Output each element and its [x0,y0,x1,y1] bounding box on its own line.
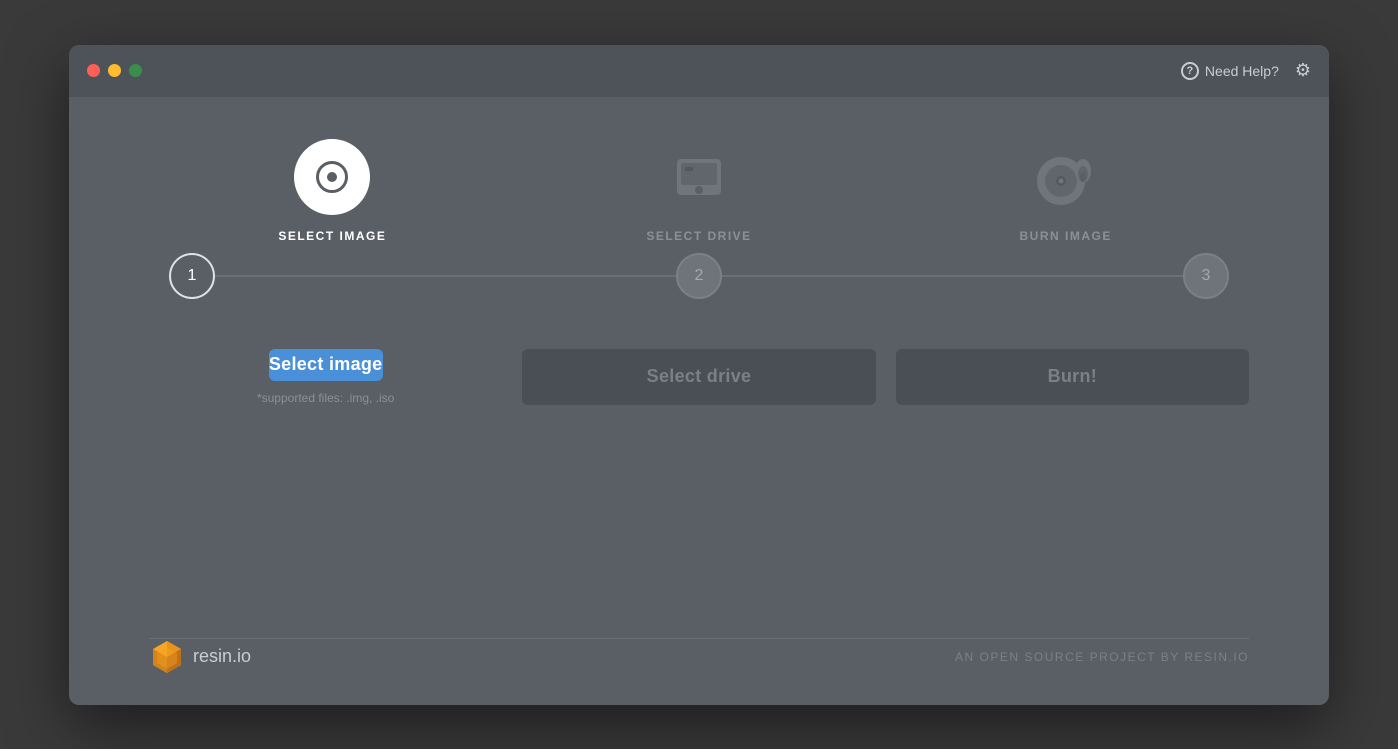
select-image-button[interactable]: Select image [269,349,383,381]
supported-files-label: *supported files: .img, .iso [257,391,394,405]
step-burn-image: BURN IMAGE [882,137,1249,243]
main-content: SELECT IMAGE SELECT DRIVE [69,97,1329,638]
step-circle-1: 1 [169,253,215,299]
select-drive-label: SELECT DRIVE [646,229,751,243]
select-drive-button: Select drive [522,349,875,405]
select-image-label: SELECT IMAGE [278,229,386,243]
traffic-lights [87,64,142,77]
select-image-icon-container [292,137,372,217]
footer-tagline: AN OPEN SOURCE PROJECT BY RESIN.IO [955,650,1249,664]
steps-icons-row: SELECT IMAGE SELECT DRIVE [149,137,1249,243]
help-icon: ? [1181,62,1199,80]
disk-inner [316,161,348,193]
close-button[interactable] [87,64,100,77]
step-select-drive: SELECT DRIVE [516,137,883,243]
step-circle-2: 2 [676,253,722,299]
need-help-label: Need Help? [1205,63,1279,79]
resin-logo-icon [149,639,185,675]
need-help-button[interactable]: ? Need Help? [1181,62,1279,80]
burn-button: Burn! [896,349,1249,405]
minimize-button[interactable] [108,64,121,77]
buttons-section: Select image *supported files: .img, .is… [149,349,1249,405]
settings-icon[interactable]: ⚙ [1295,60,1311,81]
titlebar-right: ? Need Help? ⚙ [1181,60,1311,81]
burn-image-label: BURN IMAGE [1020,229,1112,243]
drive-icon [663,141,735,213]
footer: resin.io AN OPEN SOURCE PROJECT BY RESIN… [69,639,1329,705]
progress-bar-section: 1 2 3 [149,253,1249,299]
logo-container: resin.io [149,639,251,675]
logo-text: resin.io [193,646,251,667]
select-drive-icon-container [659,137,739,217]
select-image-icon [294,139,370,215]
burn-icon [1026,141,1106,213]
disk-center [327,172,337,182]
step-select-image: SELECT IMAGE [149,137,516,243]
maximize-button[interactable] [129,64,142,77]
app-window: ? Need Help? ⚙ SELECT IMAGE [69,45,1329,705]
step-circle-3: 3 [1183,253,1229,299]
titlebar: ? Need Help? ⚙ [69,45,1329,97]
burn-image-icon-container [1026,137,1106,217]
